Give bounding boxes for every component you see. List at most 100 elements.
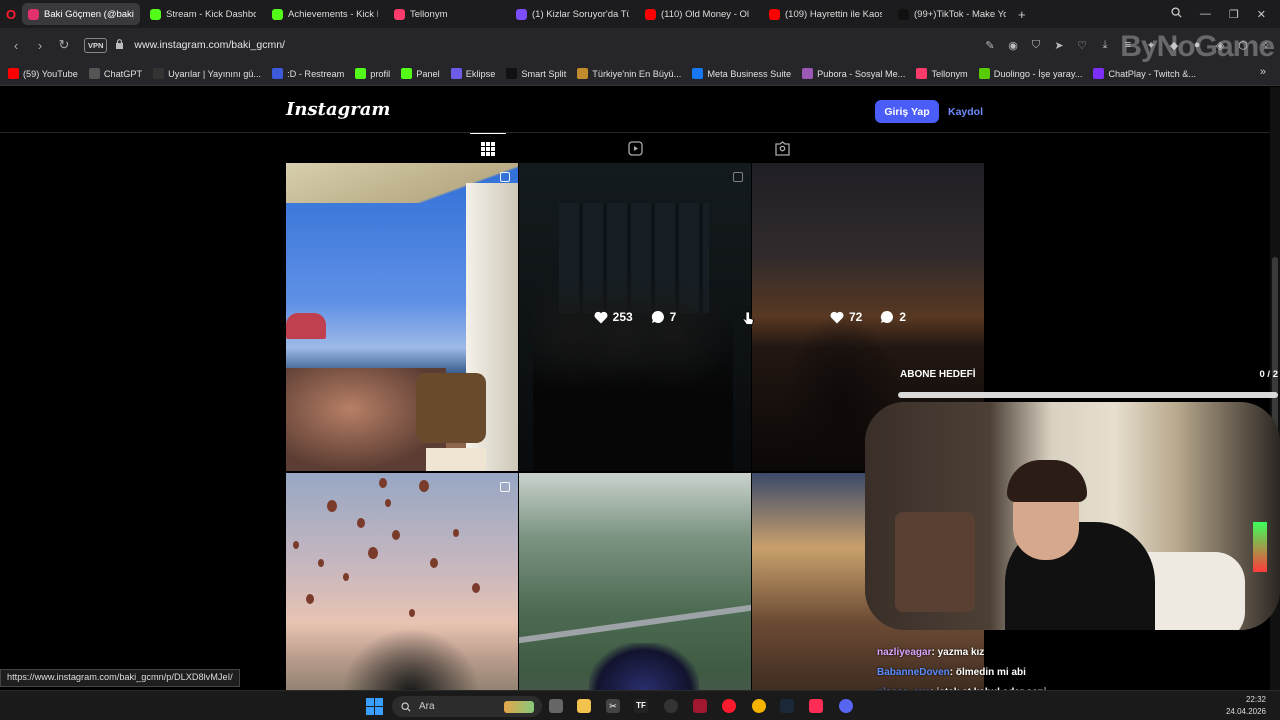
bookmark-item[interactable]: Eklipse [450,68,496,79]
post-hover-overlay: 253 7 [519,163,751,471]
browser-tab[interactable]: Baki Göçmen (@baki_gcm [22,3,140,25]
steam-icon[interactable] [780,699,794,713]
bookmark-label: :D - Restream [287,68,345,79]
obs-icon[interactable] [664,699,678,713]
login-button[interactable]: Giriş Yap [875,100,939,123]
taskbar-search[interactable]: Ara [392,696,542,717]
browser-tab[interactable]: (1) Kizlar Soruyor'da Tüm [510,3,635,25]
more-bookmarks-icon[interactable]: » [1260,66,1266,78]
post-tile[interactable]: 253 7 [519,163,751,471]
shield-icon[interactable]: ⛉ [1030,39,1042,51]
bookmark-label: ChatPlay - Twitch &... [1108,68,1197,79]
bookmark-item[interactable]: Duolingo - İşe yaray... [978,68,1082,79]
search-tabs-icon[interactable] [1171,7,1182,21]
bookmark-label: (59) YouTube [23,68,78,79]
instagram-icon [28,8,39,20]
bookmark-label: profil [370,68,391,79]
browser-tab[interactable]: Tellonym [388,3,506,25]
tellonym-icon [394,8,405,20]
tab-tagged[interactable] [764,133,800,163]
back-button[interactable]: ‹ [4,38,28,53]
mail-icon[interactable] [693,699,707,713]
browser-tab[interactable]: (99+)TikTok - Make Your [892,3,1012,25]
close-window-button[interactable]: ✕ [1257,8,1266,21]
bookmark-item[interactable]: Meta Business Suite [692,68,791,79]
heart-icon [830,311,844,323]
chat-text: : ölmedin mi abi [949,667,1026,678]
browser-tab[interactable]: (109) Hayrettin ile Kaos S [763,3,888,25]
instagram-logo[interactable]: Instagram [286,99,390,120]
download-icon[interactable]: ⤓ [1099,39,1111,51]
post-tile[interactable] [286,163,518,471]
bookmark-item[interactable]: Tellonym [916,68,968,79]
bookmark-item[interactable]: ChatGPT [88,68,142,79]
heart-icon[interactable]: ♡ [1076,39,1088,52]
forward-button[interactable]: › [28,38,52,53]
discord-icon[interactable] [839,699,853,713]
task-view-icon[interactable] [549,699,563,713]
lock-icon[interactable] [115,38,124,52]
bookmark-label: Smart Split [521,68,567,79]
tab-reels[interactable] [617,133,653,163]
bookmark-item[interactable]: Uyarılar | Yayınını gü... [153,68,261,79]
meta-icon [692,68,704,79]
opera-logo-icon[interactable]: O [0,0,22,28]
browser-tab[interactable]: (110) Old Money - Ol [639,3,759,25]
tf-app-icon[interactable]: TF [634,699,648,713]
grid-icon [481,141,495,156]
sub-goal-progress-bar [898,392,1278,398]
tellonym-icon [916,68,928,79]
new-tab-button[interactable]: + [1012,7,1032,22]
windows-start-icon[interactable] [366,698,383,715]
browser-tab[interactable]: Stream - Kick Dashboard [144,3,262,25]
tiktok-studio-icon[interactable] [809,699,823,713]
kick-icon [150,8,161,20]
reload-button[interactable]: ↻ [52,37,76,53]
file-explorer-icon[interactable] [577,699,591,713]
bookmark-item[interactable]: Smart Split [506,68,566,79]
taskbar-search-label: Ara [419,701,435,712]
coin-app-icon[interactable] [752,699,766,713]
bookmark-item[interactable]: Türkiye'nin En Büyü... [577,68,681,79]
comments-stat: 2 [880,310,906,324]
opera-browser-icon[interactable] [722,699,736,713]
chat-username: nazliyeagar [877,647,932,658]
send-icon[interactable]: ➤ [1053,39,1065,52]
camera-icon[interactable]: ◉ [1007,39,1019,52]
vpn-badge[interactable]: VPN [84,37,108,53]
multi-photo-icon [500,482,510,492]
bookmark-item[interactable]: :D - Restream [272,68,344,79]
url-field[interactable]: www.instagram.com/baki_gcmn/ [134,39,285,51]
comment-icon [651,310,664,323]
multi-photo-icon [500,172,510,182]
tab-label: (110) Old Money - Ol [661,8,749,20]
chatgpt-icon [88,68,100,79]
bookmark-label: Eklipse [465,68,496,79]
instagram-header: Instagram Giriş Yap Kaydol [0,87,1270,133]
bookmark-label: Pubora - Sosyal Me... [817,68,906,79]
comment-icon [881,310,894,323]
comments-count: 2 [899,310,907,324]
maximize-button[interactable]: ❐ [1229,8,1239,21]
post-tile[interactable] [286,473,518,720]
edit-icon[interactable]: ✎ [984,39,996,52]
browser-tab[interactable]: Achievements - Kick Dash [266,3,384,25]
minimize-button[interactable]: — [1200,8,1211,20]
post-tile[interactable] [519,473,751,720]
bookmark-item[interactable]: Pubora - Sosyal Me... [802,68,905,79]
bookmark-item[interactable]: profil [355,68,390,79]
comments-stat: 7 [651,310,676,324]
sub-goal-title: ABONE HEDEFİ [900,369,976,380]
capcut-icon[interactable]: ✂ [606,699,620,713]
bookmark-item[interactable]: ChatPlay - Twitch &... [1093,68,1196,79]
signup-link[interactable]: Kaydol [948,100,983,123]
bookmark-item[interactable]: Panel [401,68,440,79]
bookmark-item[interactable]: (59) YouTube [8,68,78,79]
tab-label: (109) Hayrettin ile Kaos S [785,8,882,20]
tab-posts[interactable] [470,133,506,163]
tagged-icon [774,140,790,156]
bookmark-label: Türkiye'nin En Büyü... [592,68,682,79]
system-tray-clock[interactable]: 22:32 24.04.2026 [1226,694,1266,718]
tiktok-icon [506,68,518,79]
likes-count: 72 [848,310,863,324]
